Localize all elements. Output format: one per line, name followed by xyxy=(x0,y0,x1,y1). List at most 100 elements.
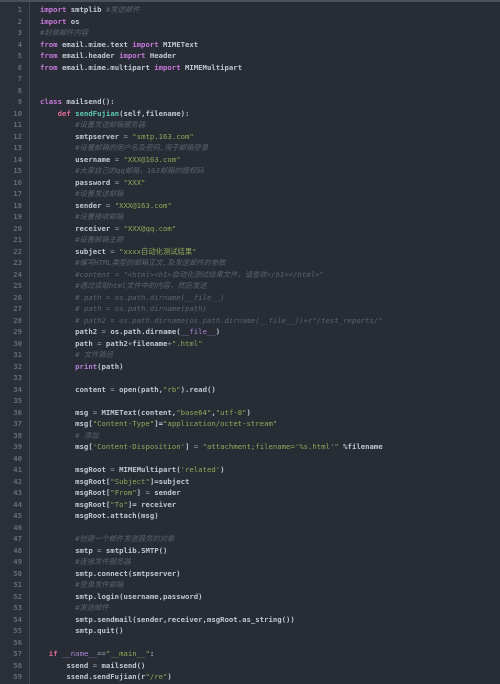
code-line[interactable]: msg["Content-Type"]="application/octet-s… xyxy=(31,418,500,430)
code-token-com: #发送邮件 xyxy=(105,5,140,14)
code-line[interactable]: # path2 = os.path.dirname(os.path.dirnam… xyxy=(31,315,500,327)
code-token-op: = xyxy=(97,545,106,555)
line-number: 18 xyxy=(13,200,22,210)
code-token-plain: msg[ xyxy=(40,419,93,428)
code-line[interactable]: #发送邮件 xyxy=(31,602,500,614)
code-token-str: ".html" xyxy=(171,338,203,348)
code-line[interactable]: #设置接收邮箱 xyxy=(31,211,500,223)
code-token-com: #编写HTML类型的邮箱正文,及发送邮件的参数 xyxy=(75,258,226,267)
code-line[interactable]: # 添加 xyxy=(31,430,500,442)
code-line[interactable]: smtp.login(username,password) xyxy=(31,591,500,603)
code-token-plain: msgRoot.attach(msg) xyxy=(40,511,159,520)
line-number-list: 1 2 3 4 5 6 7 8 9 10 11 12 13 14 15 16 17 18 19 20 21 22 23 24 2… xyxy=(0,2,29,683)
code-token-kw: import xyxy=(40,5,67,14)
code-line[interactable]: msgRoot["To"]= receiver xyxy=(31,499,500,511)
code-line[interactable]: sender = "XXX@163.com" xyxy=(31,200,500,212)
code-line[interactable] xyxy=(31,453,500,465)
code-line[interactable]: path2 = os.path.dirname(__file__) xyxy=(31,326,500,338)
code-line[interactable]: #设置邮箱的用户名及密码,用于邮箱登录 xyxy=(31,142,500,154)
code-token-kw: class xyxy=(40,97,62,106)
code-line[interactable]: if __name__=="__main__": xyxy=(31,648,500,660)
code-line[interactable]: #设置邮箱主题 xyxy=(31,234,500,246)
code-line[interactable]: #创建一个邮件发送服务的对象 xyxy=(31,533,500,545)
code-line[interactable] xyxy=(31,637,500,649)
code-token-plain: username xyxy=(40,154,115,164)
code-line[interactable]: msgRoot.attach(msg) xyxy=(31,510,500,522)
code-line[interactable]: #封装邮件内容 xyxy=(31,27,500,39)
code-editor[interactable]: 1 2 3 4 5 6 7 8 9 10 11 12 13 14 15 16 17 18 19 20 21 22 23 24 2… xyxy=(0,0,500,684)
code-line[interactable]: msg['Content-Disposition'] = "attachment… xyxy=(31,441,500,453)
code-line[interactable] xyxy=(31,85,500,97)
code-line[interactable]: password = "XXX" xyxy=(31,177,500,189)
code-line[interactable]: msgRoot = MIMEMultipart('related') xyxy=(31,464,500,476)
line-number: 54 xyxy=(13,614,22,624)
code-line[interactable]: smtp.quit() xyxy=(31,625,500,637)
code-line[interactable]: subject = "xxxx自动化测试结果" xyxy=(31,246,500,258)
code-line[interactable]: path = path2+filename+".html" xyxy=(31,338,500,350)
code-line[interactable]: receiver = "XXX@qq.com" xyxy=(31,223,500,235)
code-line[interactable] xyxy=(31,522,500,534)
code-line[interactable]: import smtplib #发送邮件 xyxy=(31,4,500,16)
code-line[interactable] xyxy=(31,395,500,407)
code-line[interactable]: ssend = mailsend() xyxy=(31,660,500,672)
code-token-str: "xxxx自动化测试结果" xyxy=(119,246,197,256)
code-line[interactable] xyxy=(31,73,500,85)
code-token-com: #设置邮箱的用户名及密码,用于邮箱登录 xyxy=(75,143,208,152)
code-line[interactable]: from email.mime.text import MIMEText xyxy=(31,39,500,51)
code-line[interactable]: msgRoot["Subject"]=subject xyxy=(31,476,500,488)
line-number: 52 xyxy=(13,591,22,601)
line-number: 40 xyxy=(13,453,22,463)
code-line[interactable]: #连接发件服务器 xyxy=(31,556,500,568)
line-number: 5 xyxy=(17,51,22,60)
code-line[interactable]: def sendFujian(self,filename): xyxy=(31,108,500,120)
code-line[interactable]: #登录发件邮箱 xyxy=(31,579,500,591)
code-line[interactable]: msgRoot["From"] = sender xyxy=(31,487,500,499)
code-line[interactable] xyxy=(31,372,500,384)
code-token-op: = xyxy=(105,200,115,210)
code-line[interactable]: #编写HTML类型的邮箱正文,及发送邮件的参数 xyxy=(31,257,500,269)
code-line[interactable]: # 文件路径 xyxy=(31,349,500,361)
code-token-kw: from xyxy=(40,51,58,60)
code-line[interactable]: #content = "<html><h1>自动化测试结果文件，请查收</h1>… xyxy=(31,269,500,281)
code-line[interactable]: smtpserver = "smtp.163.com" xyxy=(31,131,500,143)
code-line[interactable]: from email.mime.multipart import MIMEMul… xyxy=(31,62,500,74)
code-token-plain: ]=subject xyxy=(149,476,190,486)
code-line[interactable]: ssend.sendFujian(r"/re") xyxy=(31,671,500,683)
line-number-gutter: 1 2 3 4 5 6 7 8 9 10 11 12 13 14 15 16 17 18 19 20 21 22 23 24 2… xyxy=(0,2,30,684)
code-line[interactable]: print(path) xyxy=(31,361,500,373)
code-token-plain: mailsend(): xyxy=(61,97,115,106)
code-token-op: = xyxy=(110,246,120,256)
code-token-op: == xyxy=(97,649,106,658)
line-number: 9 xyxy=(17,97,22,106)
code-token-str: "/re" xyxy=(145,672,168,681)
line-number: 38 xyxy=(13,430,22,440)
code-line[interactable]: # path = os.path.dirname(path) xyxy=(31,303,500,315)
code-token-str: "To" xyxy=(110,499,128,509)
code-line[interactable]: #通过读取html文件中的内容，然后发送 xyxy=(31,280,500,292)
code-line[interactable]: smtp.sendmail(sender,receiver,msgRoot.as… xyxy=(31,614,500,626)
code-line[interactable]: class mailsend(): xyxy=(31,96,500,108)
code-line[interactable]: # path = os.path.dirname(__file__) xyxy=(31,292,500,304)
code-content-area[interactable]: import smtplib #发送邮件 import os #封装邮件内容 from… xyxy=(31,2,500,684)
line-number: 42 xyxy=(13,476,22,486)
code-line[interactable]: #设置发送邮箱服务器 xyxy=(31,119,500,131)
code-token-plain: msgRoot[ xyxy=(40,499,111,509)
code-token-plain: ]= xyxy=(154,419,164,428)
code-line[interactable]: smtp.connect(smtpserver) xyxy=(31,568,500,580)
code-line[interactable]: #设置发送邮箱 xyxy=(31,188,500,200)
code-line[interactable]: smtp = smtplib.SMTP() xyxy=(31,545,500,557)
line-number: 58 xyxy=(13,660,22,670)
code-line[interactable]: content = open(path,"rb").read() xyxy=(31,384,500,396)
code-token-kw: import xyxy=(154,62,181,72)
code-line[interactable]: msg = MIMEText(content,"base64","utf-8") xyxy=(31,407,500,419)
code-token-op: = xyxy=(110,384,120,394)
code-line[interactable]: from email.header import Header xyxy=(31,50,500,62)
code-line[interactable]: username = "XXX@163.com" xyxy=(31,154,500,166)
code-line[interactable]: import os xyxy=(31,16,500,28)
code-line[interactable]: #大家自己的qq邮箱，163邮箱的授权码 xyxy=(31,165,500,177)
code-token-plain: content xyxy=(40,384,111,394)
